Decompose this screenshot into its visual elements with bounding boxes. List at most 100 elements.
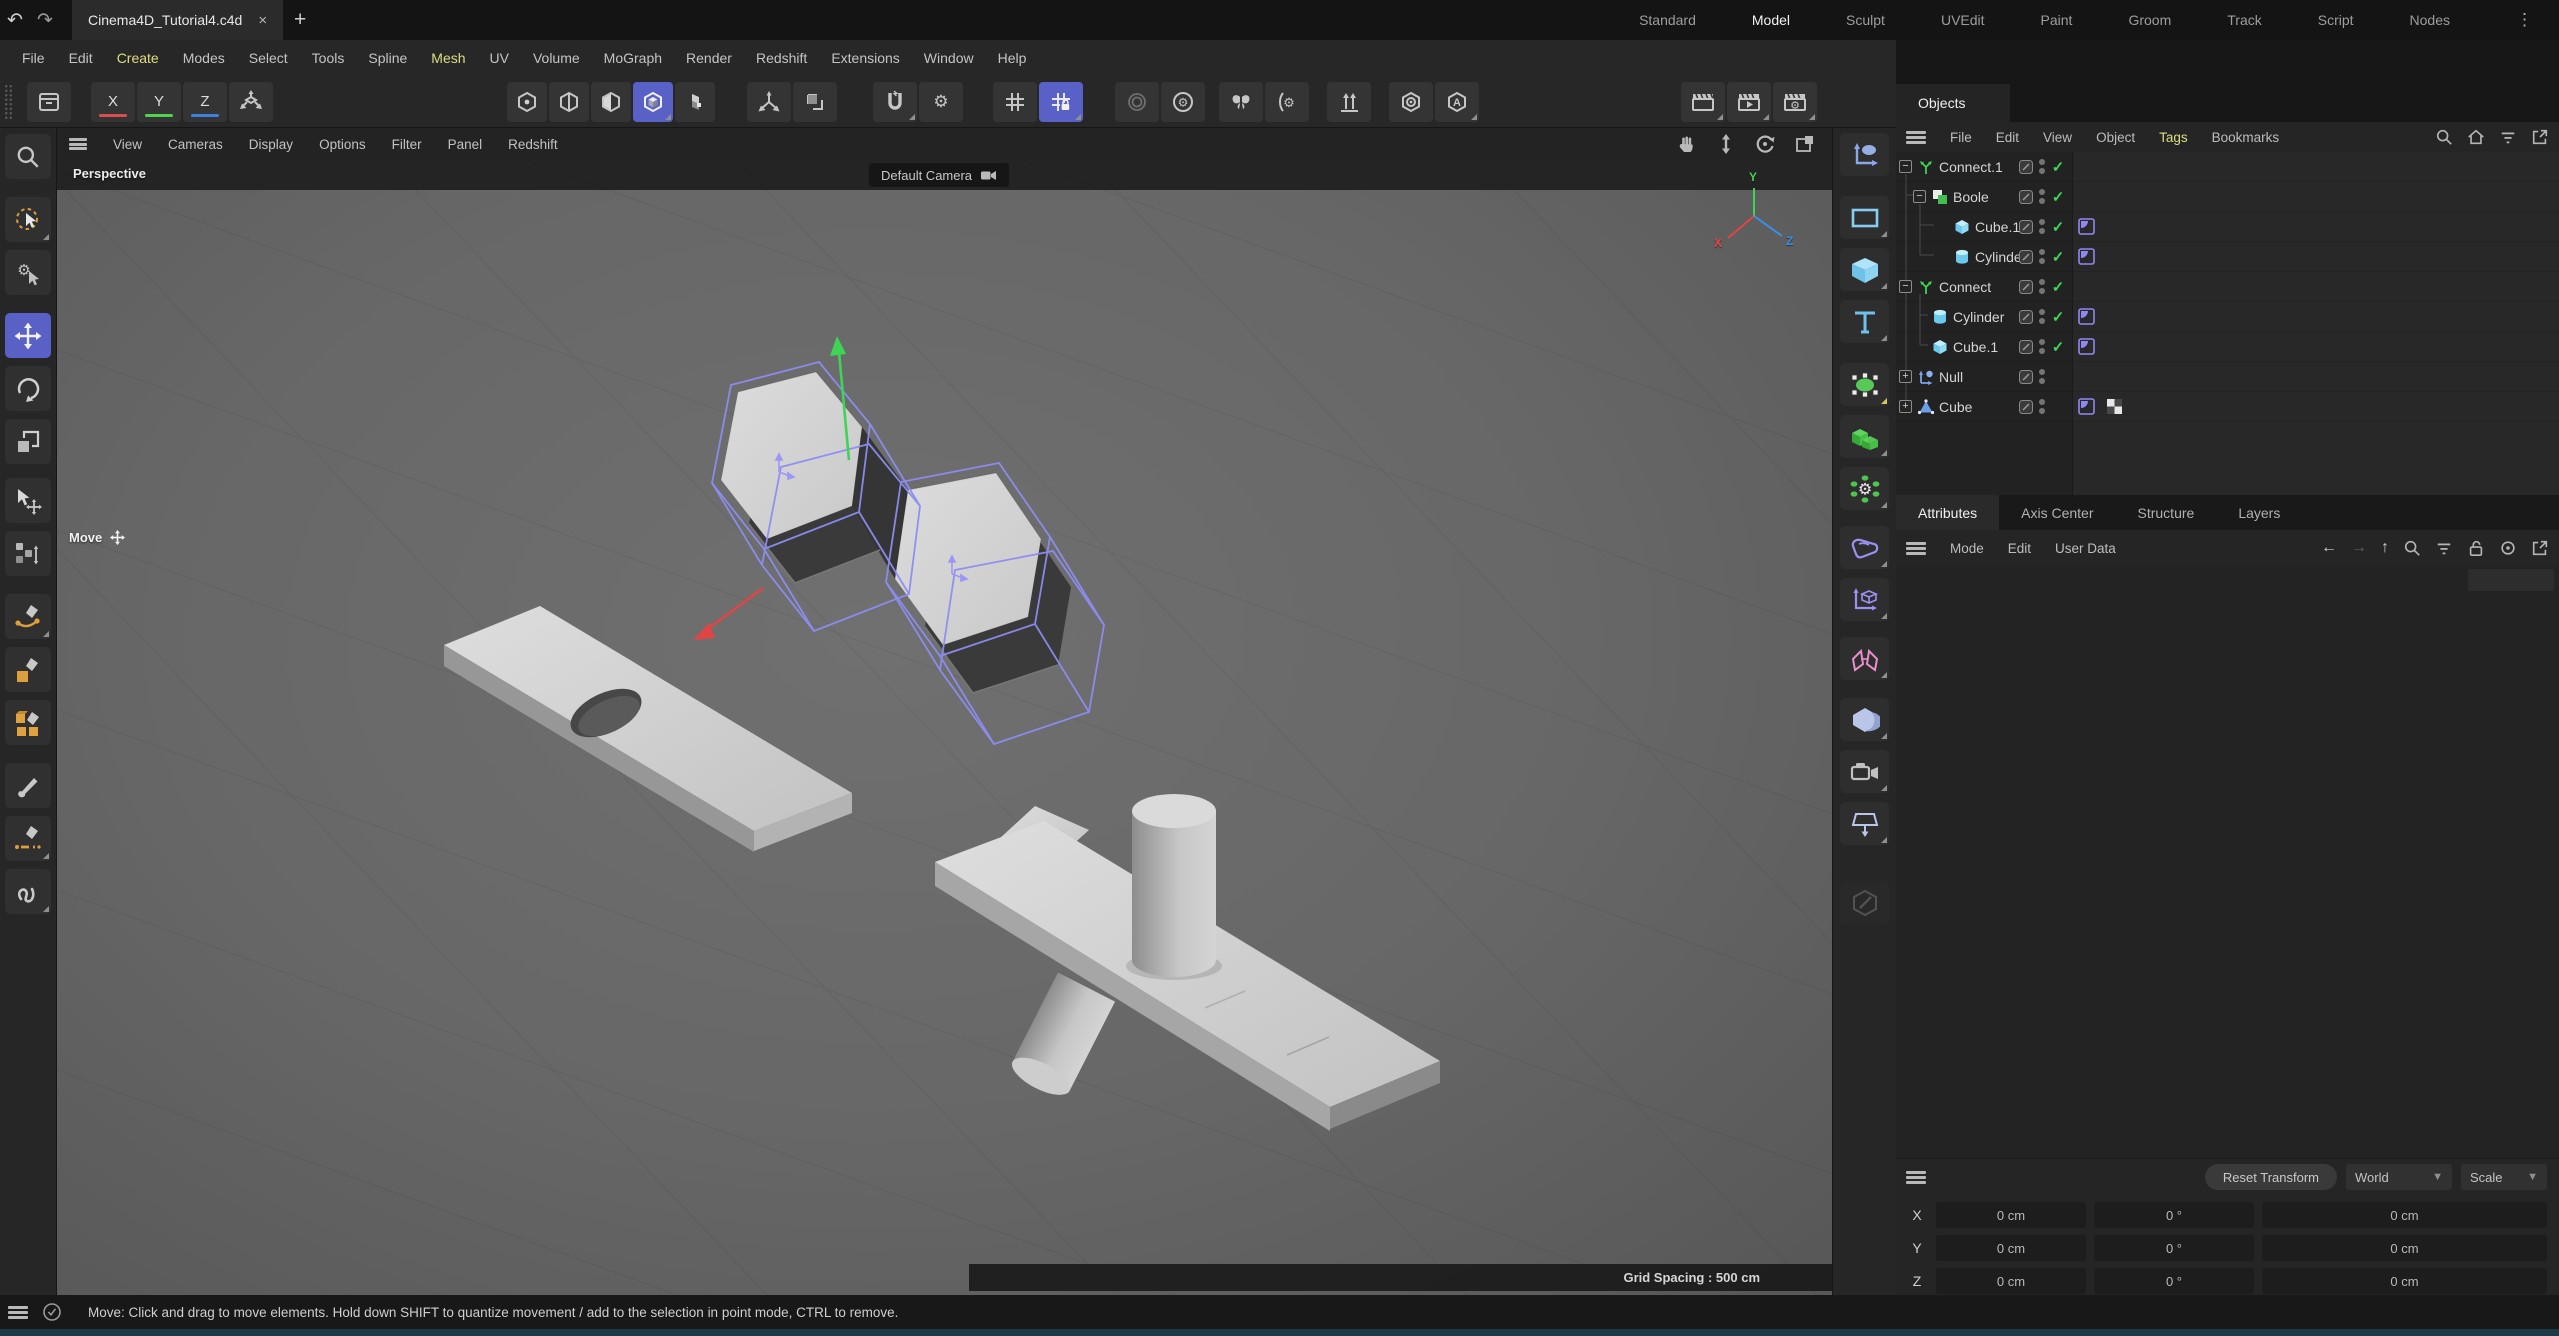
move-clones-tool[interactable] bbox=[5, 531, 51, 576]
home-icon[interactable] bbox=[2467, 128, 2485, 146]
vp-menu-options[interactable]: Options bbox=[319, 137, 366, 152]
target-icon[interactable] bbox=[2499, 539, 2517, 557]
visibility-toggle[interactable] bbox=[2039, 339, 2045, 354]
tab-layers[interactable]: Layers bbox=[2216, 495, 2302, 530]
collapse-icon[interactable]: − bbox=[1899, 160, 1912, 173]
tree-row-cube1[interactable]: Cube.1 ✓ bbox=[1896, 212, 2559, 242]
expand-icon[interactable]: + bbox=[1899, 370, 1912, 383]
editor-enable-toggle[interactable] bbox=[2018, 219, 2034, 235]
search-icon[interactable] bbox=[2435, 128, 2453, 146]
coordinate-space-dropdown[interactable]: World▼ bbox=[2346, 1164, 2452, 1190]
interactive-render-region-button[interactable] bbox=[1115, 82, 1159, 122]
coordinate-system-button[interactable] bbox=[229, 82, 273, 122]
menu-file[interactable]: File bbox=[22, 50, 45, 66]
close-icon[interactable]: × bbox=[258, 12, 267, 29]
obj-menu-edit[interactable]: Edit bbox=[1996, 130, 2019, 145]
scale-x-field[interactable]: 0 cm bbox=[2262, 1202, 2547, 1228]
tree-row-cube2[interactable]: Cube.1 ✓ bbox=[1896, 332, 2559, 362]
enabled-check-icon[interactable]: ✓ bbox=[2050, 158, 2066, 176]
lock-x-axis-button[interactable]: X bbox=[91, 82, 135, 122]
workplane-button[interactable] bbox=[793, 82, 837, 122]
pan-hand-icon[interactable] bbox=[1676, 133, 1698, 155]
rotation-x-field[interactable]: 0 ° bbox=[2094, 1202, 2254, 1228]
enabled-check-icon[interactable]: ✓ bbox=[2050, 248, 2066, 266]
render-to-picture-viewer-button[interactable] bbox=[1727, 82, 1771, 122]
editor-enable-toggle[interactable] bbox=[2018, 339, 2034, 355]
scale-tool[interactable] bbox=[5, 419, 51, 464]
collapse-icon[interactable]: − bbox=[1913, 190, 1926, 203]
workspace-tab-script[interactable]: Script bbox=[2318, 12, 2354, 28]
move-tool[interactable] bbox=[5, 313, 51, 358]
workspace-tab-nodes[interactable]: Nodes bbox=[2410, 12, 2450, 28]
external-panel-icon[interactable] bbox=[2531, 539, 2549, 557]
vp-menu-filter[interactable]: Filter bbox=[392, 137, 422, 152]
visibility-toggle[interactable] bbox=[2039, 309, 2045, 324]
add-spline-button[interactable] bbox=[1840, 196, 1889, 239]
workspace-tab-paint[interactable]: Paint bbox=[2041, 12, 2073, 28]
menu-create[interactable]: Create bbox=[117, 50, 159, 66]
collapse-icon[interactable]: − bbox=[1899, 280, 1912, 293]
reset-transform-button[interactable]: Reset Transform bbox=[2205, 1164, 2337, 1190]
workspace-tab-model[interactable]: Model bbox=[1752, 12, 1790, 28]
line-cut-tool[interactable] bbox=[5, 816, 51, 861]
menu-window[interactable]: Window bbox=[924, 50, 974, 66]
workspace-tab-groom[interactable]: Groom bbox=[2128, 12, 2171, 28]
visibility-toggle[interactable] bbox=[2039, 219, 2045, 234]
workspace-tab-sculpt[interactable]: Sculpt bbox=[1846, 12, 1885, 28]
tab-axis-center[interactable]: Axis Center bbox=[1999, 495, 2115, 530]
viewport-hamburger-icon[interactable] bbox=[69, 138, 87, 150]
tree-row-cube-editable[interactable]: + Cube ✓ bbox=[1896, 392, 2559, 422]
obj-menu-view[interactable]: View bbox=[2043, 130, 2072, 145]
filter-icon[interactable] bbox=[2499, 128, 2517, 146]
enabled-check-icon[interactable]: ✓ bbox=[2050, 338, 2066, 356]
editor-enable-toggle[interactable] bbox=[2018, 279, 2034, 295]
visibility-toggle[interactable] bbox=[2039, 189, 2045, 204]
document-tab[interactable]: Cinema4D_Tutorial4.c4d × bbox=[72, 0, 283, 40]
visibility-toggle[interactable] bbox=[2039, 399, 2045, 414]
viewport-3d-scene[interactable]: Perspective Default Camera Move Y X Z Gr… bbox=[57, 160, 1832, 1295]
viewport-solo-button[interactable] bbox=[1389, 82, 1433, 122]
editor-enable-toggle[interactable] bbox=[2018, 309, 2034, 325]
menu-edit[interactable]: Edit bbox=[69, 50, 93, 66]
undo-icon[interactable]: ↶ bbox=[0, 5, 30, 35]
obj-menu-bookmarks[interactable]: Bookmarks bbox=[2212, 130, 2280, 145]
menu-volume[interactable]: Volume bbox=[533, 50, 580, 66]
tree-row-connect[interactable]: − Connect ✓ bbox=[1896, 272, 2559, 302]
coordinates-hamburger-icon[interactable] bbox=[1906, 1171, 1926, 1184]
cross-object-cylinder-bottom[interactable] bbox=[1007, 973, 1115, 1103]
add-camera-button[interactable] bbox=[1840, 750, 1889, 793]
attributes-filter-box[interactable] bbox=[2468, 569, 2554, 591]
add-environment-button[interactable] bbox=[1840, 698, 1889, 741]
plate-object[interactable] bbox=[444, 606, 852, 852]
symmetry-settings-button[interactable]: ⚙ bbox=[1265, 82, 1309, 122]
menu-redshift[interactable]: Redshift bbox=[756, 50, 807, 66]
phong-tag-icon[interactable] bbox=[2078, 218, 2095, 235]
objects-hamburger-icon[interactable] bbox=[1906, 131, 1926, 144]
viewport-solo-auto-button[interactable]: A bbox=[1435, 82, 1479, 122]
menu-uv[interactable]: UV bbox=[490, 50, 509, 66]
enable-axis-button[interactable] bbox=[747, 82, 791, 122]
render-region-settings-button[interactable]: ⚙ bbox=[1161, 82, 1205, 122]
symmetry-button[interactable] bbox=[1219, 82, 1263, 122]
enabled-check-icon[interactable]: ✓ bbox=[2050, 188, 2066, 206]
vp-menu-redshift[interactable]: Redshift bbox=[508, 137, 558, 152]
enabled-check-icon[interactable]: ✓ bbox=[2050, 278, 2066, 296]
position-z-field[interactable]: 0 cm bbox=[1936, 1268, 2086, 1294]
viewport-search-button[interactable] bbox=[5, 134, 51, 179]
cross-object[interactable] bbox=[935, 794, 1440, 1131]
polygons-mode-button[interactable] bbox=[591, 82, 631, 122]
tree-row-null[interactable]: + Null ✓ bbox=[1896, 362, 2559, 392]
project-settings-button[interactable] bbox=[27, 82, 71, 122]
attr-menu-userdata[interactable]: User Data bbox=[2055, 541, 2116, 556]
obj-menu-file[interactable]: File bbox=[1950, 130, 1972, 145]
add-cube-button[interactable] bbox=[1840, 248, 1889, 291]
tree-row-cylinder2[interactable]: Cylinder ✓ bbox=[1896, 302, 2559, 332]
workspace-tab-track[interactable]: Track bbox=[2227, 12, 2261, 28]
editor-enable-toggle[interactable] bbox=[2018, 249, 2034, 265]
vp-menu-view[interactable]: View bbox=[113, 137, 142, 152]
visibility-toggle[interactable] bbox=[2039, 369, 2045, 384]
polygon-pen-tool[interactable] bbox=[5, 700, 51, 745]
menu-select[interactable]: Select bbox=[249, 50, 288, 66]
visibility-toggle[interactable] bbox=[2039, 249, 2045, 264]
sketch-spline-tool[interactable] bbox=[5, 869, 51, 914]
